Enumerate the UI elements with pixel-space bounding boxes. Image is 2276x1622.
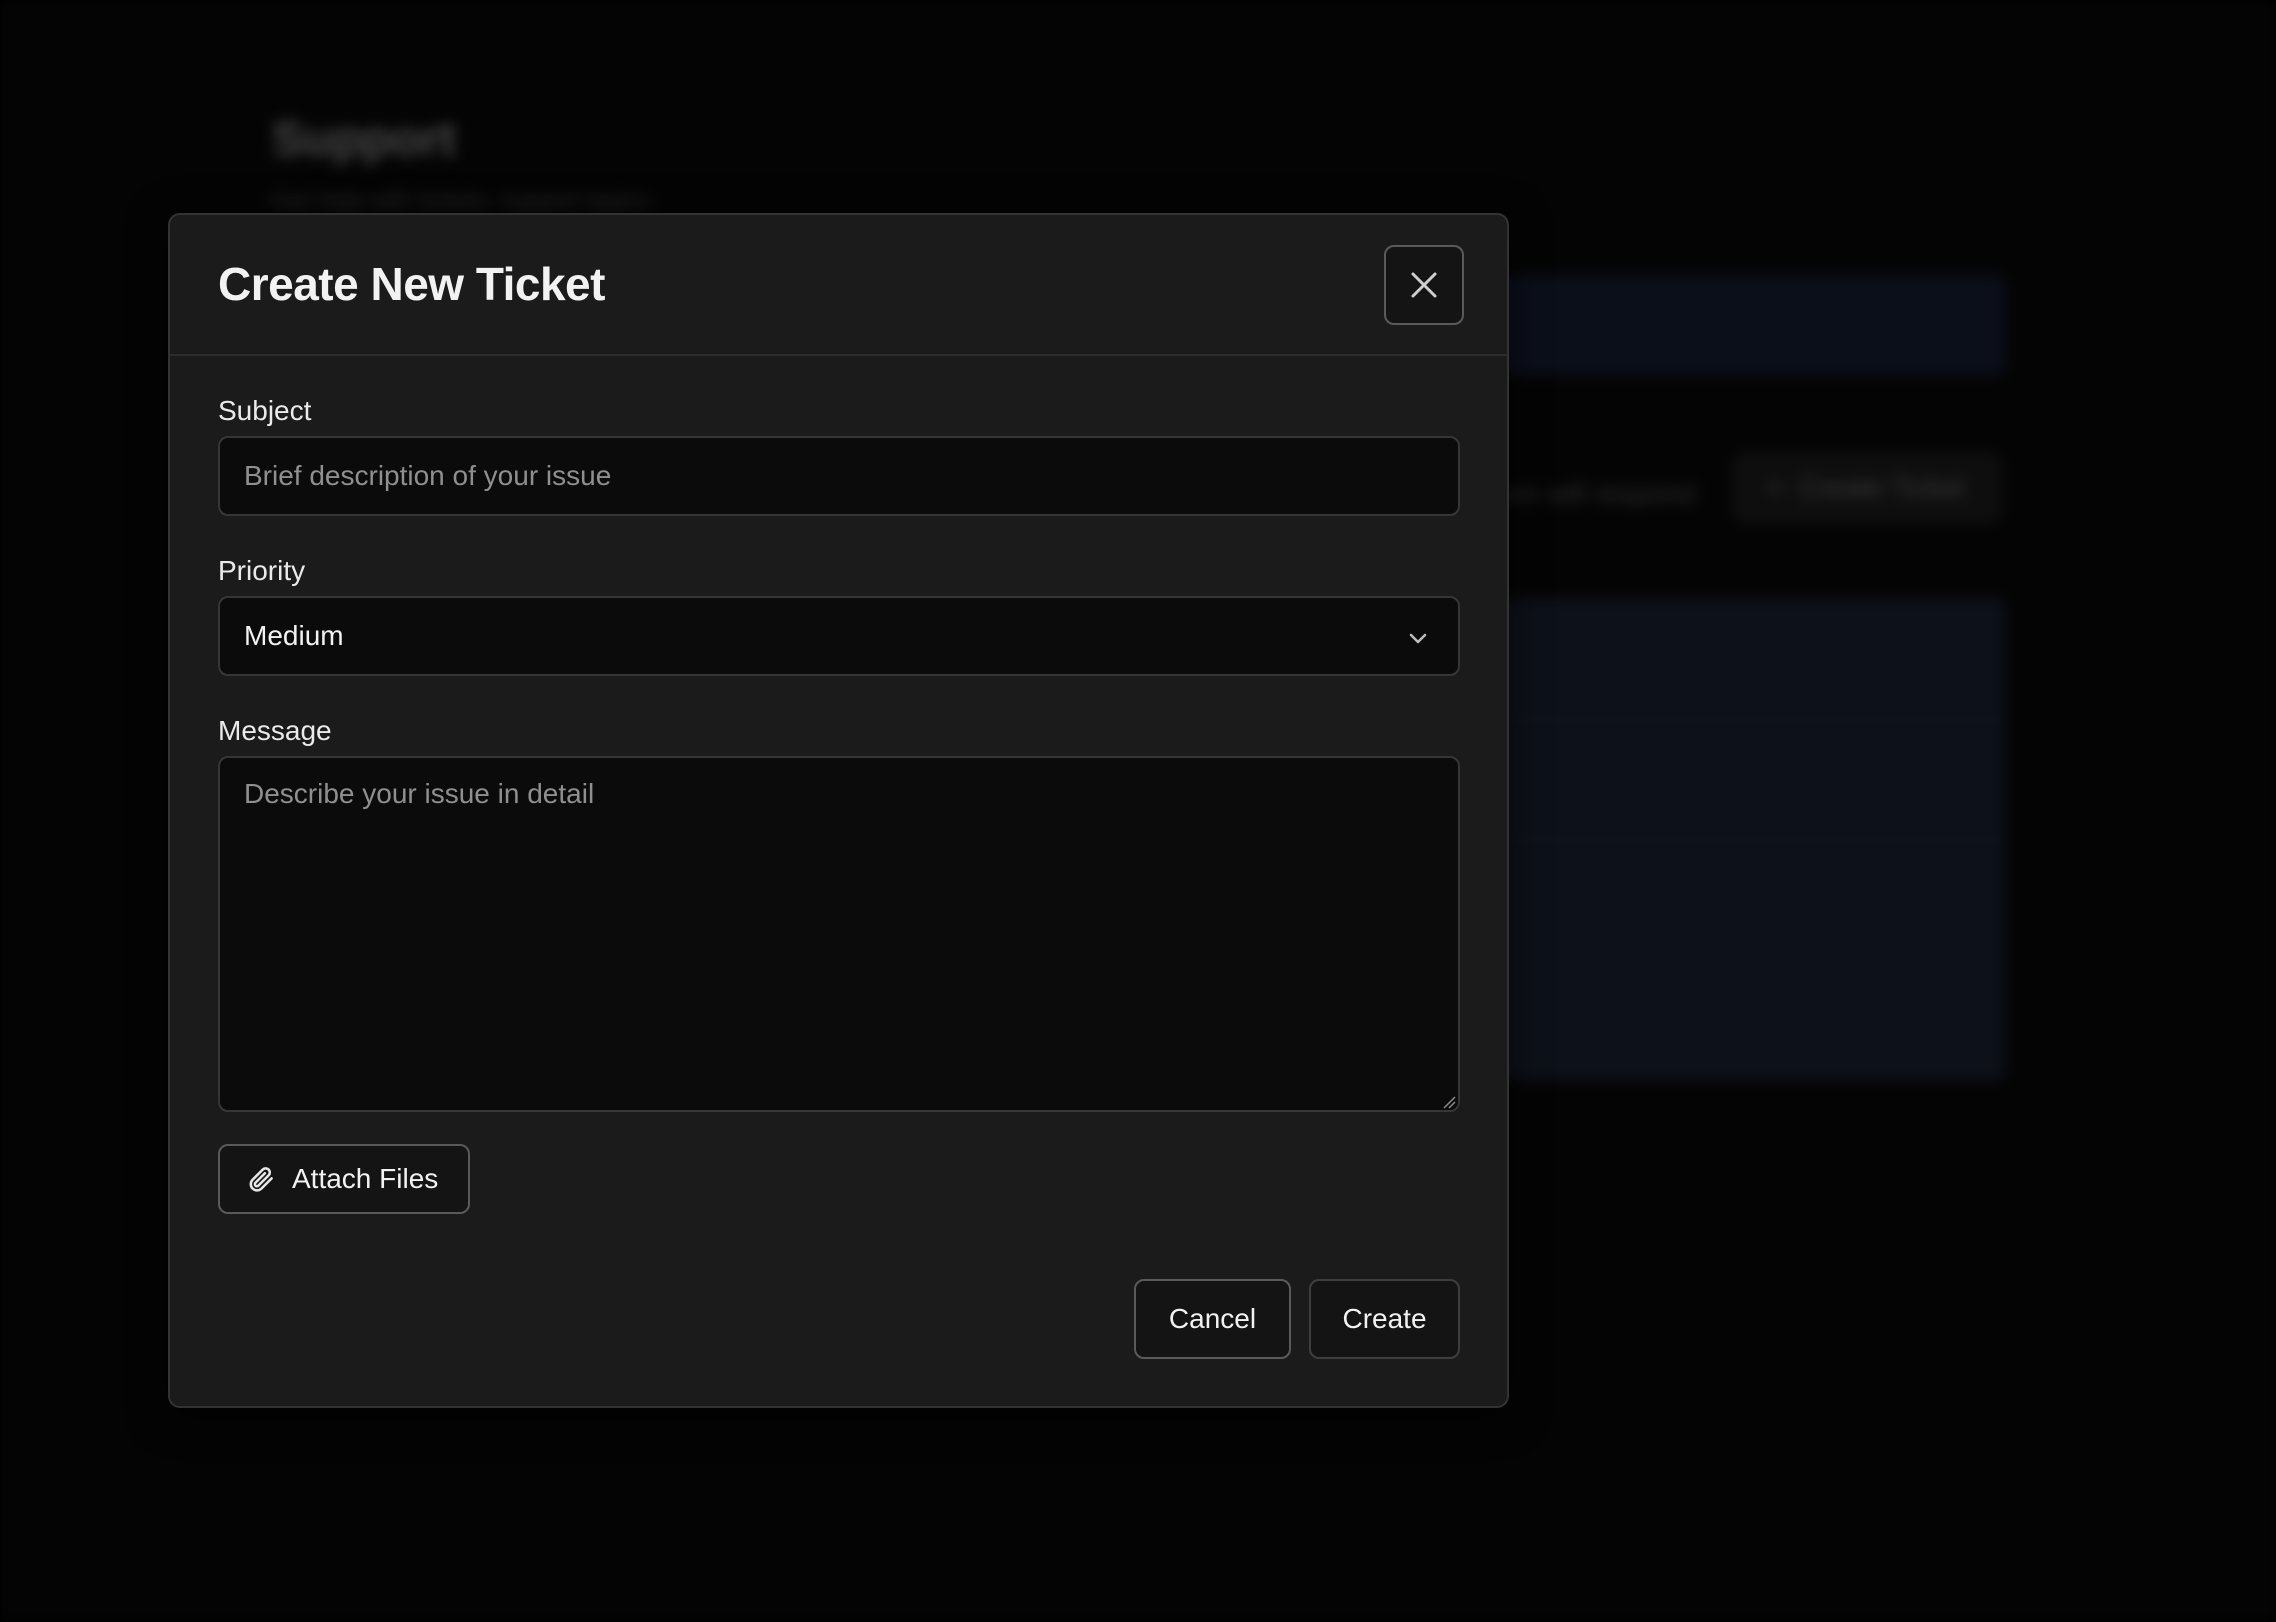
chevron-down-icon	[1409, 633, 1427, 644]
attach-files-label: Attach Files	[292, 1163, 439, 1194]
cancel-button[interactable]: Cancel	[1134, 1279, 1291, 1359]
background-ticket-list	[1460, 598, 2005, 1080]
create-ticket-dialog: Create New Ticket Subject Priority Mediu…	[168, 213, 1509, 1408]
message-textarea[interactable]	[218, 756, 1460, 1112]
subject-input[interactable]	[218, 436, 1460, 516]
background-create-ticket-button: + Create Ticket	[1735, 455, 2000, 521]
message-label: Message	[218, 715, 332, 746]
subject-label: Subject	[218, 395, 312, 426]
create-button[interactable]: Create	[1309, 1279, 1460, 1359]
resize-handle-icon[interactable]	[1442, 1095, 1456, 1109]
background-create-ticket-label: Create Ticket	[1799, 472, 1965, 503]
priority-select[interactable]: Medium	[218, 596, 1460, 676]
background-side-text: ver will respond	[1500, 478, 1695, 509]
close-button[interactable]	[1384, 245, 1464, 325]
background-banner	[1460, 275, 2005, 375]
background-page-subtitle: Get help with tickets, support topics	[272, 188, 650, 215]
plus-icon: +	[1767, 472, 1784, 503]
attach-files-button[interactable]: Attach Files	[218, 1144, 470, 1214]
background-divider	[1460, 838, 2005, 840]
close-icon	[1411, 272, 1437, 298]
background-divider	[1460, 718, 2005, 720]
priority-label: Priority	[218, 555, 306, 586]
background-page-title: Support	[272, 113, 456, 166]
priority-selected-value: Medium	[244, 620, 344, 651]
dialog-title: Create New Ticket	[218, 258, 605, 310]
dialog-header: Create New Ticket	[170, 215, 1507, 356]
paperclip-icon	[249, 1167, 273, 1192]
